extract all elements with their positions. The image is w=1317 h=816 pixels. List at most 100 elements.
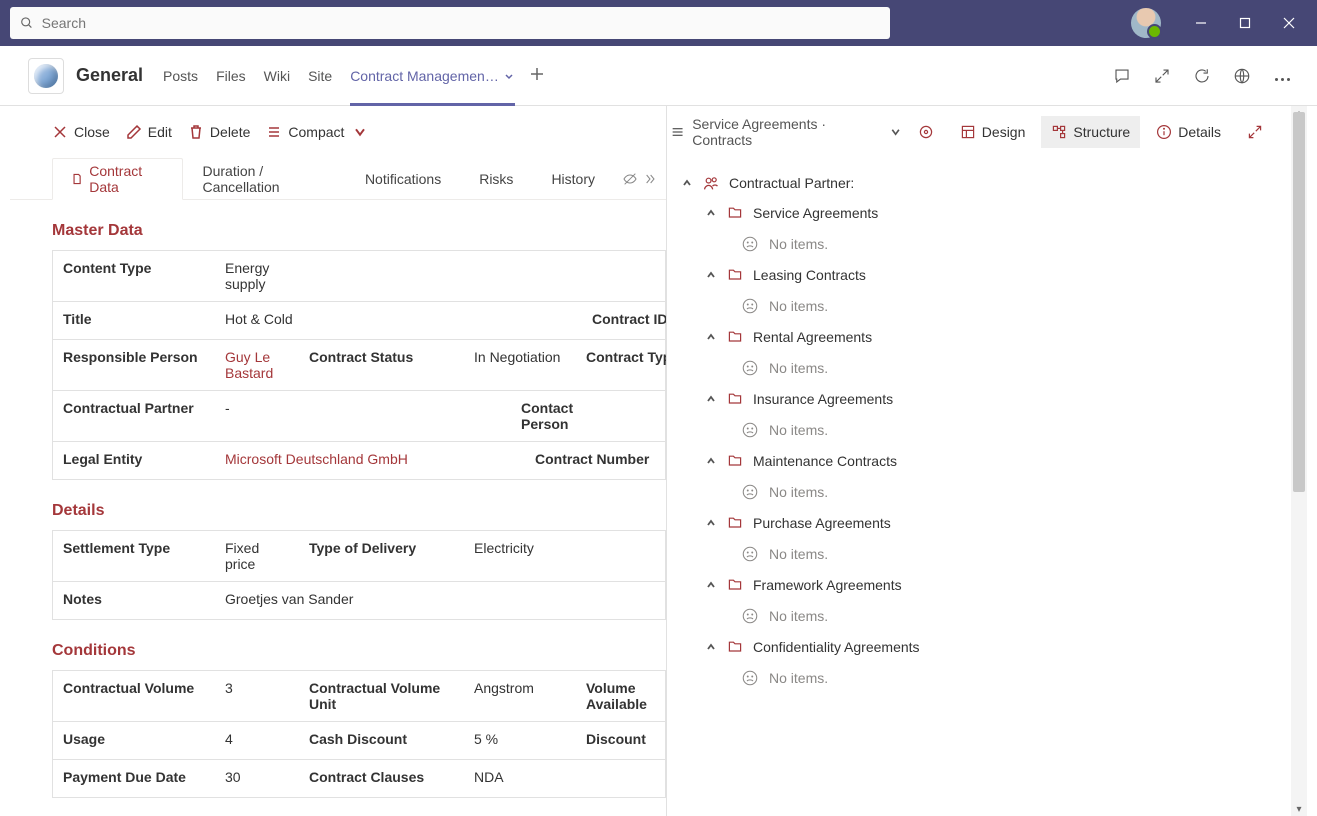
edit-button[interactable]: Edit xyxy=(124,120,174,144)
tree-group[interactable]: Purchase Agreements xyxy=(667,508,1291,538)
close-icon xyxy=(52,124,68,140)
label-notes: Notes xyxy=(53,582,215,619)
target-icon xyxy=(918,124,934,140)
tab-history[interactable]: History xyxy=(532,158,614,199)
scroll-thumb[interactable] xyxy=(1293,112,1305,492)
label-contact-person: Contact Person xyxy=(511,391,631,441)
vertical-scrollbar[interactable]: ▴ ▾ xyxy=(1291,106,1307,816)
label-type-of-delivery: Type of Delivery xyxy=(299,531,464,581)
tree-empty: No items. xyxy=(667,228,1291,260)
details-button[interactable]: Details xyxy=(1146,116,1231,148)
tree-group-label: Maintenance Contracts xyxy=(753,453,897,469)
tree-group[interactable]: Rental Agreements xyxy=(667,322,1291,352)
expand-icon xyxy=(1247,124,1263,140)
document-icon xyxy=(71,172,83,186)
label-usage: Usage xyxy=(53,722,215,759)
tab-posts[interactable]: Posts xyxy=(163,46,198,105)
inner-tabs: Contract Data Duration / Cancellation No… xyxy=(10,158,666,200)
scroll-down[interactable]: ▾ xyxy=(1291,802,1307,816)
structure-button[interactable]: Structure xyxy=(1041,116,1140,148)
compact-icon xyxy=(266,124,282,140)
action-bar: Close Edit Delete Compact xyxy=(10,106,666,158)
tree-group-label: Service Agreements xyxy=(753,205,878,221)
tree-group[interactable]: Insurance Agreements xyxy=(667,384,1291,414)
tree-empty: No items. xyxy=(667,352,1291,384)
value-contract-clauses: NDA xyxy=(464,760,576,797)
tab-notifications[interactable]: Notifications xyxy=(346,158,460,199)
tree-empty: No items. xyxy=(667,600,1291,632)
tabs-overflow[interactable] xyxy=(614,158,666,199)
tree-empty-label: No items. xyxy=(769,484,828,500)
search-input[interactable] xyxy=(42,15,880,31)
label-content-type: Content Type xyxy=(53,251,215,301)
label-title: Title xyxy=(53,302,215,339)
tab-site[interactable]: Site xyxy=(308,46,332,105)
more-options[interactable] xyxy=(1273,68,1291,84)
tree-group-label: Rental Agreements xyxy=(753,329,872,345)
search-box[interactable] xyxy=(10,7,890,39)
window-maximize[interactable] xyxy=(1223,1,1267,45)
value-volume-unit: Angstrom xyxy=(464,671,576,721)
website-icon[interactable] xyxy=(1233,67,1251,85)
tab-risks[interactable]: Risks xyxy=(460,158,532,199)
tab-label: Contract Managemen… xyxy=(350,68,499,84)
target-button[interactable] xyxy=(908,116,944,148)
chevron-down-icon xyxy=(352,124,368,140)
tree-empty-label: No items. xyxy=(769,236,828,252)
add-tab-button[interactable] xyxy=(529,66,545,85)
tree-group[interactable]: Confidentiality Agreements xyxy=(667,632,1291,662)
tab-duration[interactable]: Duration / Cancellation xyxy=(183,158,345,199)
tree-group[interactable]: Service Agreements xyxy=(667,198,1291,228)
structure-label: Structure xyxy=(1073,124,1130,140)
tree-empty-label: No items. xyxy=(769,546,828,562)
tab-contract-data[interactable]: Contract Data xyxy=(52,158,183,200)
tree-group[interactable]: Leasing Contracts xyxy=(667,260,1291,290)
tree-empty-label: No items. xyxy=(769,670,828,686)
structure-tree: Contractual Partner: Service Agreements … xyxy=(667,158,1291,816)
sad-face-icon xyxy=(741,669,759,687)
label-payment-due: Payment Due Date xyxy=(53,760,215,797)
tree-root[interactable]: Contractual Partner: xyxy=(667,168,1291,198)
tree-group[interactable]: Framework Agreements xyxy=(667,570,1291,600)
app-titlebar xyxy=(0,0,1317,46)
breadcrumb-dropdown[interactable]: Service Agreements · Contracts xyxy=(671,116,902,148)
search-icon xyxy=(20,16,34,30)
window-close[interactable] xyxy=(1267,1,1311,45)
expand-icon[interactable] xyxy=(1153,67,1171,85)
label-volume-unit: Contractual Volume Unit xyxy=(299,671,464,721)
structure-icon xyxy=(1051,124,1067,140)
refresh-icon[interactable] xyxy=(1193,67,1211,85)
chevron-up-icon xyxy=(705,641,717,653)
tree-empty: No items. xyxy=(667,290,1291,322)
section-conditions: Conditions xyxy=(52,620,666,670)
sad-face-icon xyxy=(741,359,759,377)
form-panel: Master Data Content Type Energy supply T… xyxy=(10,200,666,816)
tab-files[interactable]: Files xyxy=(216,46,246,105)
channel-header: General Posts Files Wiki Site Contract M… xyxy=(0,46,1317,106)
window-minimize[interactable] xyxy=(1179,1,1223,45)
user-avatar[interactable] xyxy=(1131,8,1161,38)
conversation-icon[interactable] xyxy=(1113,67,1131,85)
people-icon xyxy=(703,175,719,191)
value-responsible-person[interactable]: Guy Le Bastard xyxy=(215,340,299,390)
expand-panel-button[interactable] xyxy=(1237,116,1273,148)
design-button[interactable]: Design xyxy=(950,116,1036,148)
chevrons-right-icon xyxy=(642,171,658,187)
compact-button[interactable]: Compact xyxy=(264,120,370,144)
tab-contract-management[interactable]: Contract Managemen… xyxy=(350,46,515,105)
tab-wiki[interactable]: Wiki xyxy=(264,46,290,105)
chevron-up-icon xyxy=(705,579,717,591)
tree-empty: No items. xyxy=(667,538,1291,570)
value-contractual-volume: 3 xyxy=(215,671,299,721)
chevron-up-icon xyxy=(705,269,717,281)
label-cash-discount: Cash Discount xyxy=(299,722,464,759)
tree-group[interactable]: Maintenance Contracts xyxy=(667,446,1291,476)
label-contract-clauses: Contract Clauses xyxy=(299,760,464,797)
folder-icon xyxy=(727,453,743,469)
close-button[interactable]: Close xyxy=(50,120,112,144)
folder-icon xyxy=(727,639,743,655)
chevron-down-icon xyxy=(503,70,515,82)
value-legal-entity[interactable]: Microsoft Deutschland GmbH xyxy=(215,442,525,479)
tab-label: Contract Data xyxy=(89,163,164,195)
delete-button[interactable]: Delete xyxy=(186,120,252,144)
